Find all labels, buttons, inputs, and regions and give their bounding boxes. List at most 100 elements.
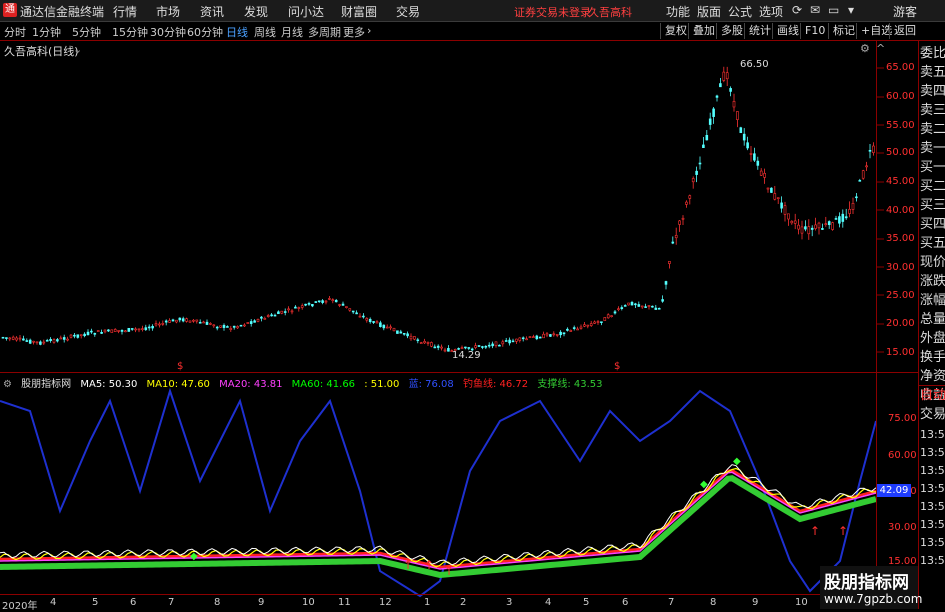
menu-xiaoda[interactable]: 问小达 [288, 3, 324, 20]
low-price-label: 14.29 [452, 350, 481, 361]
stock-name: 久吾高科 [588, 6, 632, 19]
legend-hook-line: 钓鱼线: 46.72 [462, 379, 529, 390]
tool-mark[interactable]: 标记 [828, 23, 859, 39]
candle-body [705, 134, 709, 141]
candle-body [164, 320, 168, 323]
candle-body [52, 339, 56, 343]
period-more[interactable]: 更多 [343, 24, 365, 40]
candle-body [215, 326, 219, 329]
candle-body [317, 300, 321, 303]
candle-body [5, 337, 8, 339]
candle-body [831, 222, 834, 230]
candle-body [736, 111, 739, 120]
menu-news[interactable]: 资讯 [200, 3, 224, 20]
menu-options[interactable]: 选项 [759, 3, 783, 20]
period-multi[interactable]: 多周期 [308, 24, 341, 40]
menu-wealth[interactable]: 财富圈 [341, 3, 377, 20]
period-30min[interactable]: 30分钟 [150, 24, 186, 40]
candle-body [491, 343, 494, 347]
kline-chart[interactable]: ↑ ↑ ↑ ↑ ↑ ◆ ◆ ◆ [0, 41, 918, 609]
candle-body [256, 318, 260, 322]
period-daily[interactable]: 日线 [226, 24, 248, 40]
dropdown-icon[interactable]: ▾ [848, 3, 854, 17]
buy-signal-arrow-icon: ↑ [838, 524, 848, 538]
period-monthly[interactable]: 月线 [281, 24, 303, 40]
panel-item-outer: 外盘 [920, 331, 945, 346]
tool-draw[interactable]: 画线 [772, 23, 803, 39]
candle-body [538, 336, 542, 339]
panel-tab-trade[interactable]: 交易 [920, 406, 945, 424]
candle-body [188, 320, 192, 323]
candle-body [464, 346, 467, 349]
candle-body [746, 142, 749, 149]
candle-body [15, 337, 18, 341]
legend-extra: : 51.00 [364, 379, 400, 390]
tool-statistics[interactable]: 统计 [744, 23, 775, 39]
candle-body [314, 301, 318, 303]
candle-body [678, 220, 681, 225]
panel-tab-auto[interactable]: 自动 [920, 387, 945, 405]
period-1min[interactable]: 1分钟 [32, 24, 61, 40]
axis-divider [876, 41, 877, 609]
period-bar: 分时 1分钟 5分钟 15分钟 30分钟 60分钟 日线 周线 月线 多周期 更… [0, 22, 945, 41]
candle-body [307, 303, 311, 305]
candle-body [600, 321, 603, 323]
candle-body [35, 341, 39, 344]
tool-overlay[interactable]: 叠加 [688, 23, 719, 39]
tool-multi-stock[interactable]: 多股 [716, 23, 747, 39]
green-marker-icon: ◆ [733, 456, 741, 467]
period-15min[interactable]: 15分钟 [112, 24, 148, 40]
period-weekly[interactable]: 周线 [254, 24, 276, 40]
tool-back[interactable]: 返回 [889, 23, 920, 39]
menu-trade[interactable]: 交易 [396, 3, 420, 20]
candle-body [409, 335, 413, 340]
tick-time: 13:56 [920, 464, 945, 477]
period-60min[interactable]: 60分钟 [187, 24, 223, 40]
candle-body [440, 346, 443, 349]
refresh-icon[interactable]: ⟳ [792, 3, 802, 17]
candle-body [345, 306, 348, 308]
tick-time: 13:56 [920, 428, 945, 441]
menu-layout[interactable]: 版面 [697, 3, 721, 20]
period-5min[interactable]: 5分钟 [72, 24, 101, 40]
settings-icon[interactable]: ▭ [828, 3, 839, 17]
candle-body [654, 307, 658, 310]
legend-ma10: MA10: 47.60 [146, 379, 210, 390]
candle-body [32, 340, 35, 343]
indicator-name[interactable]: 股朋指标网 [21, 379, 71, 390]
menu-market[interactable]: 市场 [156, 3, 180, 20]
tool-restore-rights[interactable]: 复权 [660, 23, 691, 39]
candle-body [300, 305, 304, 308]
candle-body [817, 222, 821, 229]
candle-body [399, 331, 403, 334]
panel-item-change-pct: 涨幅 [920, 293, 945, 308]
price-tick: 45.00 [886, 176, 915, 187]
tick-time: 13:56 [920, 446, 945, 459]
period-timeshare[interactable]: 分时 [4, 24, 26, 40]
legend-ma20: MA20: 43.81 [219, 379, 283, 390]
price-tick: 40.00 [886, 205, 915, 216]
candle-body [83, 333, 86, 337]
panel-item-bid5: 买五 [920, 236, 945, 251]
candle-body [127, 327, 131, 332]
login-warning[interactable]: 证券交易未登录 [514, 4, 591, 20]
candle-body [729, 88, 732, 92]
menu-quotes[interactable]: 行情 [113, 3, 137, 20]
menu-discover[interactable]: 发现 [244, 3, 268, 20]
chevron-right-icon[interactable]: › [367, 24, 371, 37]
candle-body [814, 224, 817, 229]
indicator-settings-icon[interactable]: ⚙ [3, 379, 12, 390]
candle-body [596, 321, 600, 323]
x-tick: 2 [460, 597, 467, 608]
candle-body [756, 160, 760, 166]
guest-user[interactable]: 游客 [893, 3, 917, 20]
x-tick: 6 [130, 597, 137, 608]
x-tick: 10 [795, 597, 808, 608]
app-logo-icon: 通 [3, 3, 17, 17]
menu-function[interactable]: 功能 [666, 3, 690, 20]
mail-icon[interactable]: ✉ [810, 3, 820, 17]
panel-item-bid3: 买三 [920, 198, 945, 213]
menu-formula[interactable]: 公式 [728, 3, 752, 20]
x-tick: 9 [752, 597, 759, 608]
tool-f10[interactable]: F10 [800, 23, 829, 39]
